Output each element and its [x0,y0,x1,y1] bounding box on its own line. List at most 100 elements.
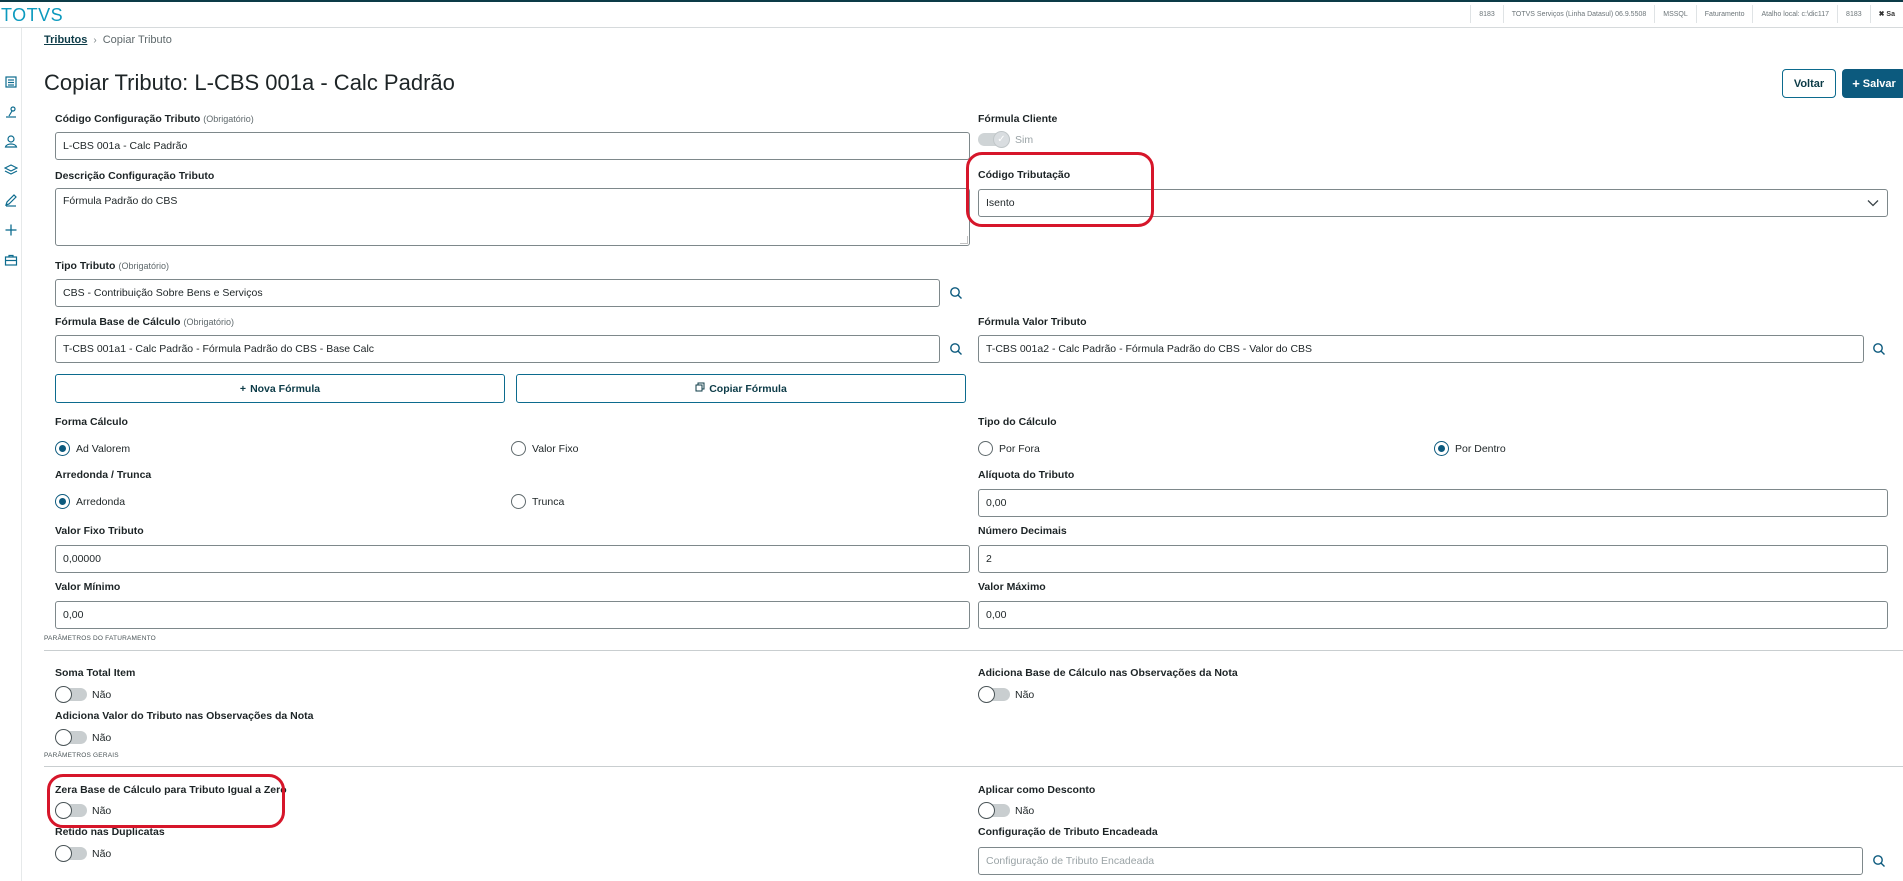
valor-minimo-input[interactable]: 0,00 [55,601,970,629]
arredonda-label: Arredonda / Trunca [55,469,152,481]
radio-arredonda[interactable]: Arredonda [55,494,125,509]
breadcrumb-tributos-link[interactable]: Tributos [44,34,87,46]
descricao-textarea[interactable]: Fórmula Padrão do CBS [55,188,970,246]
section-gerais-title: PARÂMETROS GERAIS [44,752,119,759]
nova-formula-button[interactable]: + Nova Fórmula [55,374,505,403]
top-accent-line [0,0,1903,2]
tipo-tributo-input[interactable]: CBS - Contribuição Sobre Bens e Serviços [55,279,940,307]
config-encadeada-input[interactable]: Configuração de Tributo Encadeada [978,847,1863,875]
logout-button[interactable]: ✖ Sa [1869,5,1903,23]
formula-cliente-toggle[interactable]: Sim [978,131,1034,148]
status-item: Atalho local: c:\dic117 [1752,5,1837,23]
radio-label: Por Fora [999,442,1040,455]
toggle-label: Sim [1015,133,1034,146]
radio-label: Valor Fixo [532,442,579,455]
radio-trunca[interactable]: Trunca [511,494,564,509]
tipo-calculo-label: Tipo do Cálculo [978,416,1057,428]
back-button[interactable]: Voltar [1782,69,1836,98]
zera-base-label: Zera Base de Cálculo para Tributo Igual … [55,784,287,796]
adiciona-base-toggle[interactable]: Não [978,686,1035,703]
radio-label: Ad Valorem [76,442,131,455]
save-button[interactable]: + Salvar [1842,69,1903,98]
status-item: 8183 [1470,5,1503,23]
breadcrumb-current: Copiar Tributo [102,34,172,46]
radio-label: Por Dentro [1455,442,1506,455]
status-item: 8183 [1837,5,1870,23]
required-hint: (Obrigatório) [183,317,234,327]
soma-total-toggle[interactable]: Não [55,686,111,703]
toggle-label: Não [92,804,112,817]
aliquota-label: Alíquota do Tributo [978,469,1075,481]
search-icon[interactable] [1865,335,1893,363]
plus-icon: + [1852,76,1860,91]
aplicar-desconto-toggle[interactable]: Não [978,802,1034,819]
formula-base-label: Fórmula Base de Cálculo (Obrigatório) [55,316,234,328]
adiciona-valor-toggle[interactable]: Não [55,729,111,746]
formula-base-label-text: Fórmula Base de Cálculo [55,316,181,328]
section-divider [44,650,1903,651]
radio-label: Trunca [532,495,565,508]
user-icon[interactable] [4,134,18,148]
radio-por-dentro[interactable]: Por Dentro [1434,441,1506,456]
toggle-knob [55,802,72,819]
chevron-down-icon [1867,198,1879,210]
zera-base-toggle[interactable]: Não [55,802,112,819]
codigo-config-input[interactable]: L-CBS 001a - Calc Padrão [55,132,970,160]
edit-icon[interactable] [4,193,18,207]
formula-base-input[interactable]: T-CBS 001a1 - Calc Padrão - Fórmula Padr… [55,335,940,363]
toggle-knob [55,845,72,862]
descricao-value: Fórmula Padrão do CBS [63,195,178,207]
toggle-track [55,802,87,819]
status-item: TOTVS Serviços (Linha Datasul) 06.9.5508 [1502,5,1655,23]
toggle-knob [55,686,72,703]
check-icon [993,131,1010,148]
codigo-tributacao-label: Código Tributação [978,169,1071,181]
copy-icon [695,382,705,395]
search-icon[interactable] [942,279,970,307]
radio-por-fora[interactable]: Por Fora [978,441,1040,456]
radio-ad-valorem[interactable]: Ad Valorem [55,441,130,456]
radio-valor-fixo[interactable]: Valor Fixo [511,441,579,456]
status-item: MSSQL [1654,5,1696,23]
retido-toggle[interactable]: Não [55,845,111,862]
toggle-label: Não [1015,688,1035,701]
valor-maximo-input[interactable]: 0,00 [978,601,1888,629]
search-icon[interactable] [1865,847,1893,875]
aplicar-desconto-label: Aplicar como Desconto [978,784,1096,796]
formula-valor-label: Fórmula Valor Tributo [978,316,1087,328]
resize-grip-icon[interactable] [960,236,968,244]
copiar-formula-label: Copiar Fórmula [709,382,787,395]
briefcase-icon[interactable] [4,253,18,267]
aliquota-input[interactable]: 0,00 [978,489,1888,517]
codigo-tributacao-value: Isento [986,197,1015,209]
toggle-track [978,686,1010,703]
top-bar: TOTVS 8183 TOTVS Serviços (Linha Datasul… [0,0,1903,28]
grid-icon[interactable] [4,75,18,89]
valor-maximo-label: Valor Máximo [978,581,1046,593]
highlight-zera-base [47,774,285,828]
copiar-formula-button[interactable]: Copiar Fórmula [516,374,966,403]
radio-dot [1434,441,1449,456]
toggle-track [55,686,87,703]
plus-icon[interactable] [4,223,18,237]
radio-dot [511,441,526,456]
section-divider [44,766,1903,767]
tipo-tributo-label: Tipo Tributo (Obrigatório) [55,260,169,272]
valor-fixo-input[interactable]: 0,00000 [55,545,970,573]
codigo-tributacao-select[interactable]: Isento [978,189,1888,217]
formula-valor-input[interactable]: T-CBS 001a2 - Calc Padrão - Fórmula Padr… [978,335,1864,363]
required-hint: (Obrigatório) [203,114,254,124]
toggle-knob [978,802,995,819]
layers-icon[interactable] [4,163,18,177]
adiciona-valor-label: Adiciona Valor do Tributo nas Observaçõe… [55,710,314,722]
numero-decimais-input[interactable]: 2 [978,545,1888,573]
radio-label: Arredonda [76,495,126,508]
soma-total-label: Soma Total Item [55,667,136,679]
radio-dot [55,441,70,456]
required-hint: (Obrigatório) [118,261,169,271]
search-icon[interactable] [942,335,970,363]
retido-label: Retido nas Duplicatas [55,826,165,838]
pin-icon[interactable] [4,105,18,119]
toggle-track [55,845,87,862]
brand-logo[interactable]: TOTVS [1,5,63,26]
